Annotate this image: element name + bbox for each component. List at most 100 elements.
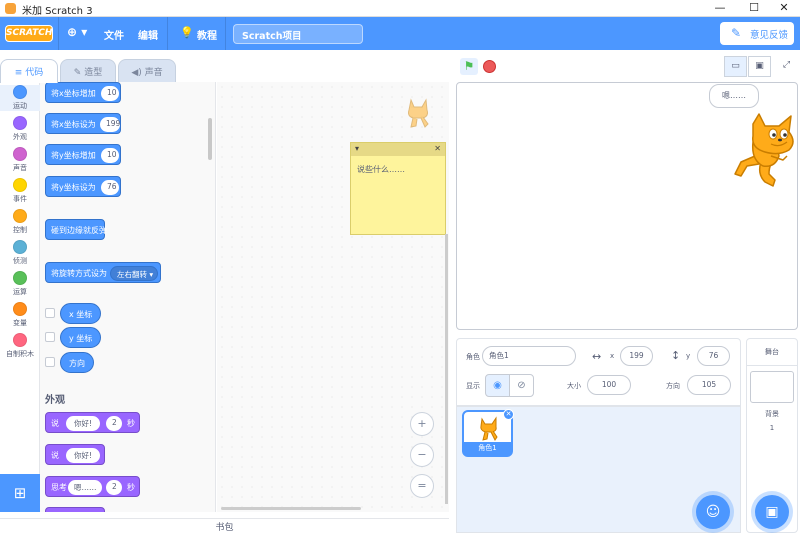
sprite-watermark-icon [408,98,429,128]
scratch-logo[interactable]: SCRATCH [5,25,53,42]
cat-thumbnail-icon [480,416,498,441]
sprite-name-input[interactable]: 角色1 [482,346,576,366]
zoom-out-icon[interactable]: − [410,443,434,467]
direction-checkbox[interactable] [45,357,55,367]
collapse-icon[interactable]: ▾ [355,144,359,153]
workspace-scrollbar-vertical[interactable] [445,234,448,504]
category-operators[interactable]: 运算 [0,271,40,297]
block-think-for-secs[interactable]: 思考 嗯…… 2 秒 [45,476,140,497]
block-input[interactable]: 2 [106,416,122,431]
hide-icon[interactable]: ⊘ [509,374,534,397]
block-say[interactable]: 说 你好! [45,444,105,465]
window-title-bar: 米加 Scratch 3 — ☐ ✕ [0,0,800,17]
backpack[interactable]: 书包 [0,518,449,533]
comment-note[interactable]: ▾ ✕ 说些什么…… [350,142,446,235]
block-bounce[interactable]: 碰到边缘就反弹 [45,219,107,240]
block-input[interactable]: 10 [101,86,119,101]
workspace-scrollbar-horizontal[interactable] [221,507,361,510]
reporter-direction[interactable]: 方向 [60,352,94,373]
tab-sounds-label: 声音 [144,68,163,78]
language-menu[interactable]: ⊕ ▾ [67,25,87,39]
block-label: 将旋转方式设为 [51,269,107,278]
file-menu[interactable]: 文件 [104,27,124,42]
small-stage-icon[interactable]: ▭ [724,56,747,77]
zoom-in-icon[interactable]: + [410,412,434,436]
block-input[interactable]: 76 [101,180,119,195]
x-input[interactable]: 199 [620,346,653,366]
category-looks[interactable]: 外观 [0,116,40,142]
rotation-dropdown[interactable]: 左右翻转 ▾ [110,266,158,281]
block-think[interactable] [45,507,105,512]
category-menu: 运动 外观 声音 事件 控制 侦测 运算 变量 自制积木 [0,82,40,512]
project-title-input[interactable]: Scratch项目 [233,24,363,44]
block-change-y[interactable]: 将y坐标增加 10 [45,144,121,165]
block-set-y[interactable]: 将y坐标设为 76 [45,176,121,197]
block-input[interactable]: 嗯…… [68,480,102,495]
category-color-dot [13,302,27,316]
backdrops-count: 1 [769,424,775,432]
add-backdrop-icon[interactable]: ▣ [755,495,789,529]
block-label: 碰到边缘就反弹 [51,226,107,235]
tab-costumes-label: 造型 [84,68,103,78]
category-control[interactable]: 控制 [0,209,40,235]
maximize-button[interactable]: ☐ [738,0,770,17]
speaker-icon: ◀) [131,68,145,78]
cat-sprite[interactable] [731,112,797,192]
sprite-thumbnail[interactable]: 角色1 ✕ [462,409,514,457]
reporter-x-position[interactable]: x 坐标 [60,303,102,324]
category-sensing[interactable]: 侦测 [0,240,40,266]
tab-costumes[interactable]: ✎ 造型 [60,59,116,82]
tab-code[interactable]: ≡ 代码 [0,59,58,83]
large-stage-icon[interactable]: ▣ [748,56,771,77]
stage-thumbnail[interactable] [750,371,794,403]
fullscreen-icon[interactable]: ⤢ [775,56,798,77]
category-my-blocks[interactable]: 自制积木 [0,333,40,359]
close-icon[interactable]: ✕ [434,144,441,153]
y-position-checkbox[interactable] [45,332,55,342]
block-say-for-secs[interactable]: 说 你好! 2 秒 [45,412,140,433]
block-rotation-style[interactable]: 将旋转方式设为 左右翻转 ▾ [45,262,161,283]
category-variables[interactable]: 变量 [0,302,40,328]
minimize-button[interactable]: — [704,0,736,17]
show-visible-icon[interactable]: ◉ [485,374,510,397]
y-input[interactable]: 76 [697,346,730,366]
sprite-thumbnail-name: 角色1 [464,442,511,455]
green-flag-icon[interactable]: ⚑ [460,58,478,75]
category-sound[interactable]: 声音 [0,147,40,173]
block-change-x[interactable]: 将x坐标增加 10 [45,82,121,103]
category-motion[interactable]: 运动 [0,85,40,111]
category-events[interactable]: 事件 [0,178,40,204]
block-label: 思考 [51,483,67,492]
stop-icon[interactable] [483,60,496,73]
category-color-dot [13,240,27,254]
direction-input[interactable]: 105 [687,375,731,395]
lightbulb-icon[interactable]: 💡 [180,26,194,39]
feedback-label: 意见反馈 [750,30,789,41]
palette-scrollbar[interactable] [208,118,212,160]
feedback-button[interactable]: ✎ 意见反馈 [720,22,794,45]
block-input[interactable]: 你好! [66,448,100,463]
block-input[interactable]: 2 [106,480,122,495]
block-set-x[interactable]: 将x坐标设为 199 [45,113,121,134]
add-sprite-icon[interactable]: ☺ [696,495,730,529]
edit-menu[interactable]: 编辑 [138,27,158,42]
close-window-button[interactable]: ✕ [768,0,800,17]
tab-sounds[interactable]: ◀) 声音 [118,59,176,82]
zoom-reset-icon[interactable]: = [410,474,434,498]
block-input[interactable]: 你好! [66,416,100,431]
block-palette: 将x坐标增加 10 将x坐标设为 199 将y坐标增加 10 将y坐标设为 76… [40,82,216,512]
window-title: 米加 Scratch 3 [22,6,93,17]
x-position-checkbox[interactable] [45,308,55,318]
tutorials-menu[interactable]: 教程 [197,27,217,42]
block-label: 说 [51,451,59,460]
direction-label: 方向 [666,382,680,390]
note-text[interactable]: 说些什么…… [351,156,445,183]
reporter-y-position[interactable]: y 坐标 [60,327,102,348]
block-input[interactable]: 10 [101,148,119,163]
category-color-dot [13,116,27,130]
add-extension-button[interactable]: ⊞ [0,474,40,512]
block-input[interactable]: 199 [100,117,120,132]
menu-bar: SCRATCH ⊕ ▾ 文件 编辑 💡 教程 Scratch项目 ✎ 意见反馈 [0,17,800,50]
size-input[interactable]: 100 [587,375,631,395]
delete-sprite-icon[interactable]: ✕ [503,409,514,420]
